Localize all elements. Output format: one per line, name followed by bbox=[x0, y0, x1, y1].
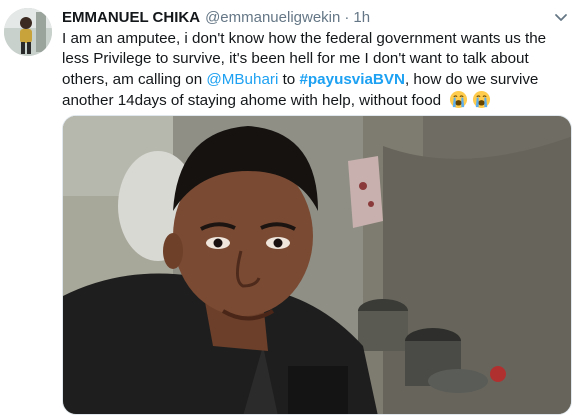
display-name[interactable]: EMMANUEL CHIKA bbox=[62, 9, 200, 26]
tweet-header: EMMANUEL CHIKA @emmanueligwekin · 1h bbox=[62, 9, 549, 29]
tweet-timestamp[interactable]: 1h bbox=[353, 9, 370, 26]
tweet-text-part: to bbox=[278, 70, 300, 88]
avatar[interactable] bbox=[4, 8, 52, 56]
separator-dot: · bbox=[344, 9, 350, 26]
loudly-crying-face-icon bbox=[449, 90, 468, 115]
tweet-photo[interactable] bbox=[62, 115, 572, 415]
tweet: EMMANUEL CHIKA @emmanueligwekin · 1h I a… bbox=[0, 0, 579, 415]
loudly-crying-face-icon bbox=[472, 90, 491, 115]
chevron-down-icon[interactable] bbox=[553, 11, 569, 23]
user-handle[interactable]: @emmanueligwekin bbox=[205, 9, 340, 26]
hashtag-link[interactable]: #payusviaBVN bbox=[299, 71, 405, 88]
mention-link[interactable]: @MBuhari bbox=[206, 71, 278, 88]
tweet-text: I am an amputee, i don't know how the fe… bbox=[62, 29, 572, 115]
selfie-photo-illustration bbox=[63, 116, 571, 414]
